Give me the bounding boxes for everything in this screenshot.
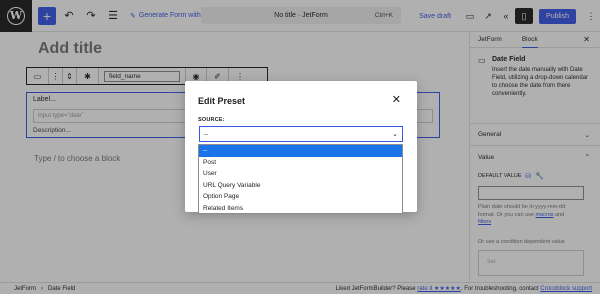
source-label: Source: — [198, 117, 225, 123]
option-option-page[interactable]: Option Page — [199, 191, 402, 203]
chevron-down-icon: ⌄ — [392, 131, 398, 138]
close-icon[interactable]: ✕ — [392, 93, 401, 106]
option-post[interactable]: Post — [199, 157, 402, 169]
source-dropdown-list: -- Post User URL Query Variable Option P… — [198, 144, 403, 214]
option-user[interactable]: User — [199, 168, 402, 180]
source-select[interactable]: -- ⌄ — [199, 126, 403, 142]
option-url-query-variable[interactable]: URL Query Variable — [199, 180, 402, 192]
option-related-items[interactable]: Related Items — [199, 203, 402, 215]
option-none[interactable]: -- — [199, 145, 402, 157]
modal-title: Edit Preset — [198, 96, 246, 106]
